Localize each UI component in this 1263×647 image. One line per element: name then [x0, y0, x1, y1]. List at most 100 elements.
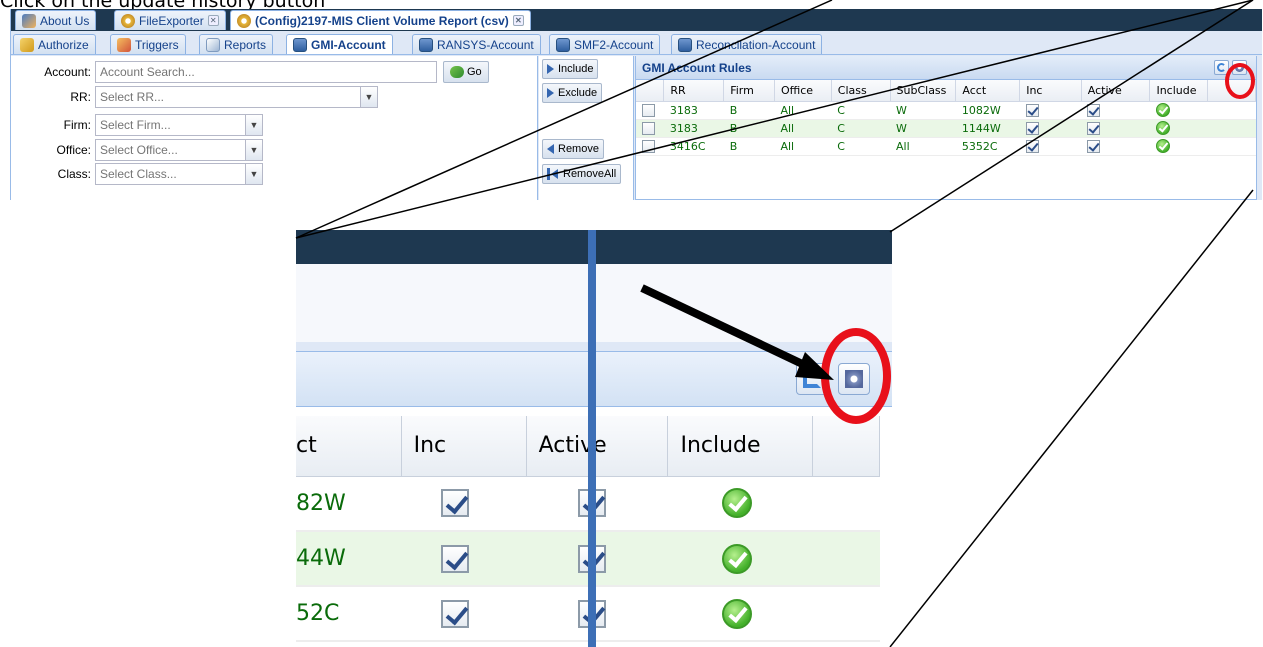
arrow-left-icon: [547, 144, 554, 154]
cell-class: C: [831, 101, 891, 120]
chevron-down-icon[interactable]: ▼: [361, 86, 378, 108]
remove-all-button[interactable]: RemoveAll: [542, 164, 622, 184]
cell-firm: B: [723, 101, 775, 120]
inc-checkbox[interactable]: [1025, 139, 1039, 153]
zoom-refresh-button[interactable]: [796, 363, 828, 395]
column-header-spacer: [1207, 80, 1256, 102]
tab-config-report[interactable]: (Config)2197-MIS Client Volume Report (c…: [230, 10, 531, 30]
remove-button[interactable]: Remove: [542, 139, 604, 159]
class-label: Class:: [57, 167, 91, 181]
row-select-checkbox[interactable]: [642, 103, 655, 117]
inc-checkbox[interactable]: [441, 599, 470, 628]
cell-class: C: [831, 137, 891, 156]
cell-office: All: [774, 119, 832, 138]
check-circle-icon: [721, 488, 752, 519]
cell-acct: 44W: [296, 531, 402, 587]
tab-reports[interactable]: Reports: [199, 34, 274, 54]
filter-form: Account: Go RR: ▼ Firm: ▼ Office: ▼ Clas…: [11, 56, 538, 200]
row-select-checkbox[interactable]: [642, 121, 655, 135]
active-checkbox[interactable]: [1087, 139, 1101, 153]
inc-checkbox[interactable]: [1025, 121, 1039, 135]
chevron-down-icon[interactable]: ▼: [246, 163, 263, 185]
tab-file-exporter[interactable]: FileExporter ✕: [114, 10, 226, 30]
table-row[interactable]: 3183 B All C W 1144W: [636, 119, 1256, 138]
class-select[interactable]: [95, 163, 246, 185]
go-button-label: Go: [467, 66, 482, 78]
tab-smf2-account[interactable]: SMF2-Account: [549, 34, 661, 54]
column-header[interactable]: Acct: [955, 80, 1021, 102]
rr-label: RR:: [70, 90, 91, 104]
column-header[interactable]: Office: [774, 80, 832, 102]
remove-all-label: RemoveAll: [563, 168, 617, 180]
gear-icon: [845, 370, 863, 388]
action-button-column: Include Exclude Remove RemoveAll: [539, 56, 634, 200]
go-button[interactable]: Go: [443, 61, 489, 83]
column-header[interactable]: Inc: [1019, 80, 1082, 102]
book-icon: [556, 37, 570, 52]
office-select[interactable]: [95, 139, 246, 161]
column-header[interactable]: Include: [1149, 80, 1209, 102]
check-circle-icon: [721, 543, 752, 574]
column-header[interactable]: ct: [296, 416, 402, 477]
tab-reconcilation-account[interactable]: Reconcilation-Account: [671, 34, 823, 54]
tab-about-us[interactable]: About Us: [15, 10, 97, 30]
tab-authorize[interactable]: Authorize: [13, 34, 96, 54]
exclude-label: Exclude: [558, 87, 598, 99]
tab-label: About Us: [40, 13, 90, 28]
column-header[interactable]: Active: [1081, 80, 1151, 102]
cell-firm: B: [723, 119, 775, 138]
close-icon[interactable]: ✕: [512, 15, 524, 26]
cell-rr: 3183: [663, 119, 724, 138]
refresh-button[interactable]: [1214, 60, 1229, 75]
row-select-checkbox[interactable]: [642, 139, 655, 153]
cell-acct: 52C: [296, 586, 402, 642]
column-header[interactable]: Inc: [401, 416, 527, 477]
zoom-callout-line: [889, 189, 1254, 647]
cell-subclass: All: [890, 137, 956, 156]
cell-acct: 1082W: [955, 101, 1020, 120]
tab-label: FileExporter: [139, 13, 204, 28]
account-label: Account:: [44, 65, 91, 79]
column-header-spacer: [812, 416, 881, 477]
table-row[interactable]: 3183 B All C W 1082W: [636, 101, 1256, 120]
exclude-button[interactable]: Exclude: [542, 83, 603, 103]
tab-label: GMI-Account: [311, 37, 386, 52]
check-circle-icon: [721, 598, 752, 629]
account-search-input[interactable]: [95, 61, 437, 83]
inc-checkbox[interactable]: [1025, 103, 1039, 117]
tab-label: Authorize: [38, 37, 89, 52]
inc-checkbox[interactable]: [441, 544, 470, 573]
cell-acct: 1144W: [955, 119, 1020, 138]
zoom-update-history-button[interactable]: [838, 363, 870, 395]
reports-icon: [206, 37, 220, 52]
chevron-down-icon[interactable]: ▼: [246, 114, 263, 136]
people-icon: [22, 13, 36, 28]
key-icon: [20, 37, 34, 52]
table-row[interactable]: 3416C B All C All 5352C: [636, 137, 1256, 156]
column-header[interactable]: Active: [526, 416, 669, 477]
active-checkbox[interactable]: [1087, 121, 1101, 135]
tab-ransys-account[interactable]: RANSYS-Account: [412, 34, 541, 54]
select-column-header: [636, 80, 665, 102]
active-checkbox[interactable]: [1087, 103, 1101, 117]
panel-header: GMI Account Rules: [636, 56, 1256, 80]
update-history-button[interactable]: [1232, 60, 1247, 75]
column-header[interactable]: Include: [667, 416, 813, 477]
arrow-right-icon: [547, 88, 554, 98]
tab-gmi-account[interactable]: GMI-Account: [286, 34, 393, 54]
column-header[interactable]: Firm: [723, 80, 775, 102]
column-header[interactable]: RR: [663, 80, 725, 102]
cell-firm: B: [723, 137, 775, 156]
column-header[interactable]: SubClass: [890, 80, 957, 102]
firm-select[interactable]: [95, 114, 246, 136]
inc-checkbox[interactable]: [441, 489, 470, 518]
column-header[interactable]: Class: [831, 80, 891, 102]
chevron-down-icon[interactable]: ▼: [246, 139, 263, 161]
include-button[interactable]: Include: [542, 59, 599, 79]
rr-select[interactable]: [95, 86, 361, 108]
book-icon: [678, 37, 692, 52]
close-icon[interactable]: ✕: [207, 15, 219, 26]
tab-triggers[interactable]: Triggers: [110, 34, 186, 54]
tab-label: RANSYS-Account: [437, 37, 534, 52]
cell-office: All: [774, 137, 832, 156]
